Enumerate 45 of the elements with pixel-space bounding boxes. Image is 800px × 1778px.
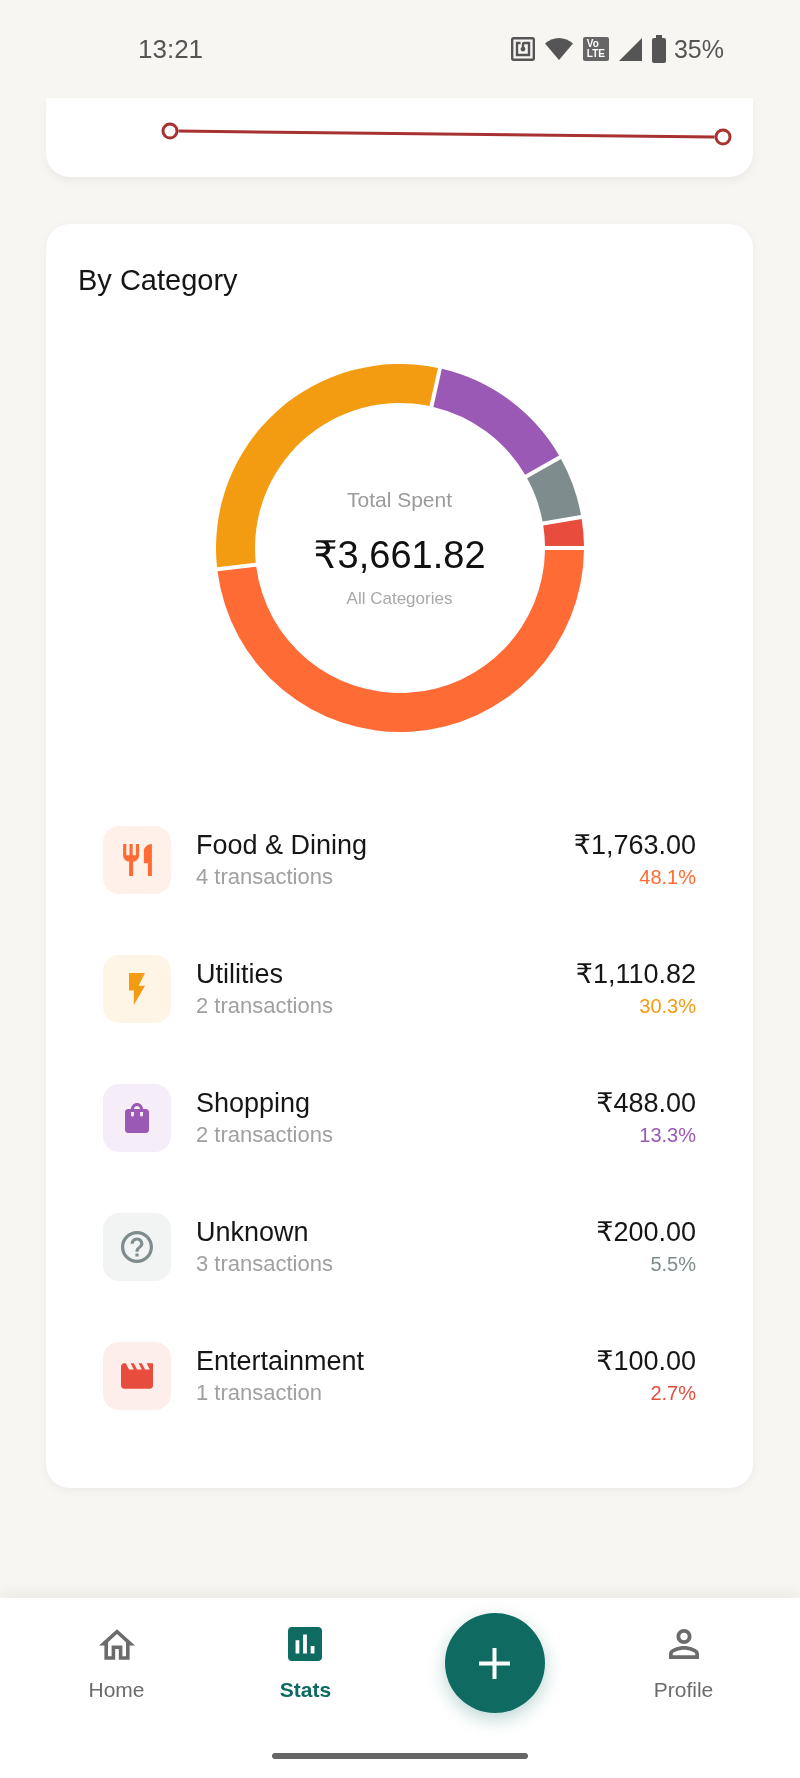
data-point [714, 128, 732, 146]
bar-chart-icon [288, 1627, 323, 1661]
category-percent: 48.1% [639, 865, 696, 890]
fork-knife-icon [103, 826, 171, 894]
transaction-count: 1 transaction [196, 1379, 322, 1407]
nav-tab[interactable]: Profile [647, 1626, 720, 1703]
lightning-bolt-icon [103, 955, 171, 1023]
category-name: Entertainment [196, 1345, 365, 1377]
add-button[interactable] [444, 1613, 545, 1713]
category-amount: ₹1,763.00 [573, 829, 696, 861]
nav-tab[interactable]: Stats [273, 1626, 338, 1703]
category-amount: ₹1,110.82 [575, 958, 696, 990]
home-icon [98, 1628, 135, 1660]
clapperboard-icon [103, 1342, 171, 1410]
nfc-icon [510, 37, 535, 61]
category-amount: ₹488.00 [596, 1087, 696, 1119]
transaction-count: 2 transactions [196, 992, 333, 1020]
plus-icon [479, 1647, 510, 1679]
battery-percent: 35% [673, 34, 724, 64]
person-icon [668, 1629, 699, 1659]
data-point [161, 122, 179, 140]
total-caption: All Categories [346, 587, 453, 610]
category-percent: 5.5% [650, 1252, 696, 1277]
nav-tab[interactable]: Home [82, 1626, 151, 1703]
shopping-bag-icon [103, 1084, 171, 1152]
category-name: Food & Dining [196, 829, 368, 861]
wifi-icon [544, 38, 573, 60]
category-percent: 2.7% [650, 1381, 696, 1406]
category-percent: 30.3% [639, 994, 696, 1019]
battery-icon [651, 35, 666, 63]
category-name: Shopping [196, 1087, 311, 1119]
category-name: Utilities [196, 958, 283, 990]
card-title: By Category [78, 263, 238, 297]
total-label: Total Spent [346, 486, 453, 513]
transaction-count: 4 transactions [196, 863, 333, 891]
category-name: Unknown [196, 1216, 309, 1248]
category-percent: 13.3% [639, 1123, 696, 1148]
category-amount: ₹200.00 [596, 1216, 696, 1248]
transaction-count: 2 transactions [196, 1121, 333, 1149]
total-amount: ₹3,661.82 [313, 532, 486, 578]
network-type-badge: Vo LTE [582, 37, 609, 61]
signal-icon [618, 37, 642, 61]
transaction-count: 3 transactions [196, 1250, 333, 1278]
category-amount: ₹100.00 [596, 1345, 696, 1377]
status-time: 13:21 [138, 33, 204, 65]
